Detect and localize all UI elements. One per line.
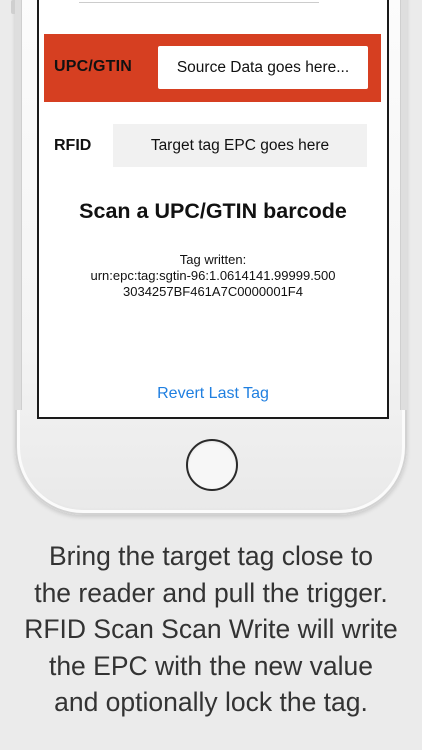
cutoff-text-remnant (79, 0, 319, 3)
upc-label: UPC/GTIN (54, 58, 133, 75)
upc-row: UPC/GTIN Source Data goes here... (44, 34, 381, 102)
tag-written-line: urn:epc:tag:sgtin-96:1.0614141.99999.500 (90, 268, 336, 283)
phone-side-right (400, 0, 407, 410)
scan-instruction-title: Scan a UPC/GTIN barcode (79, 199, 347, 223)
caption-line: RFID Scan Scan Write will write (24, 614, 398, 644)
home-button-icon[interactable] (186, 439, 238, 491)
caption-line: the EPC with the new value (48, 650, 374, 681)
tag-written-line: Tag written: (179, 252, 247, 267)
phone-side-left (15, 0, 22, 410)
source-data-field[interactable]: Source Data goes here... (158, 46, 368, 89)
target-epc-field[interactable]: Target tag EPC goes here (113, 124, 367, 167)
phone-screen: UPC/GTIN Source Data goes here... RFID T… (37, 0, 389, 419)
tag-written-line: 3034257BF461A7C0000001F4 (123, 284, 303, 299)
tag-written-info: Tag written: urn:epc:tag:sgtin-96:1.0614… (39, 252, 387, 300)
revert-last-tag-button[interactable]: Revert Last Tag (39, 385, 387, 403)
caption-line: and optionally lock the tag. (54, 687, 368, 717)
rfid-label: RFID (54, 137, 92, 154)
caption-line: the reader and pull the trigger. (34, 577, 388, 608)
volume-button (11, 0, 15, 14)
caption-line: Bring the target tag close to (48, 541, 374, 571)
marketing-caption: Bring the target tag close to the reader… (0, 538, 422, 721)
